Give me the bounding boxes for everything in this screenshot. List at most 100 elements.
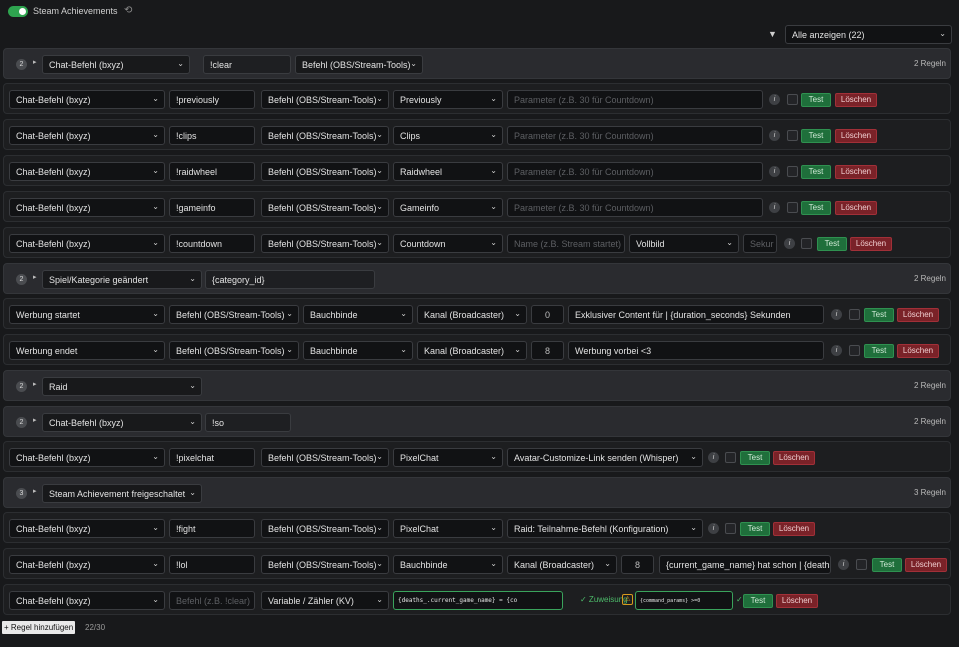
action-select[interactable]: Befehl (OBS/Stream-Tools) ⌄ — [261, 162, 389, 181]
parameter-input[interactable]: Parameter (z.B. 30 für Countdown) — [507, 198, 763, 217]
command-input[interactable]: !pixelchat — [169, 448, 255, 467]
action-select[interactable]: Befehl (OBS/Stream-Tools) ⌄ — [261, 126, 389, 145]
delete-button[interactable]: Löschen — [835, 93, 877, 107]
refresh-icon[interactable]: ⟲ — [124, 5, 132, 16]
expand-arrow-icon[interactable]: ▸ — [33, 273, 37, 281]
extra-select[interactable]: Raid: Teilnahme-Befehl (Konfiguration) ⌄ — [507, 519, 703, 538]
trigger-select[interactable]: Chat-Befehl (bxyz) ⌄ — [9, 162, 165, 181]
info-icon[interactable]: i — [769, 130, 780, 141]
text-input[interactable]: Exklusiver Content für | {duration_secon… — [568, 305, 824, 324]
delete-button[interactable]: Löschen — [776, 594, 818, 608]
info-icon[interactable]: i — [708, 523, 719, 534]
extra-select[interactable]: Avatar-Customize-Link senden (Whisper) ⌄ — [507, 448, 703, 467]
delete-button[interactable]: Löschen — [835, 165, 877, 179]
enabled-checkbox[interactable] — [725, 452, 736, 463]
test-button[interactable]: Test — [801, 201, 831, 215]
test-button[interactable]: Test — [864, 308, 894, 322]
test-button[interactable]: Test — [801, 165, 831, 179]
delete-button[interactable]: Löschen — [773, 522, 815, 536]
test-button[interactable]: Test — [801, 129, 831, 143]
name-input[interactable]: Name (z.B. Stream startet) — [507, 234, 625, 253]
text-input[interactable]: {current_game_name} hat schon | {deaths — [659, 555, 831, 574]
trigger-select[interactable]: Werbung startet ⌄ — [9, 305, 165, 324]
trigger-select[interactable]: Steam Achievement freigeschaltet ⌄ — [42, 484, 202, 503]
action-select[interactable]: Befehl (OBS/Stream-Tools) ⌄ — [261, 234, 389, 253]
command-input[interactable]: !gameinfo — [169, 198, 255, 217]
delete-button[interactable]: Löschen — [897, 308, 939, 322]
action-select[interactable]: Befehl (OBS/Stream-Tools) ⌄ — [169, 341, 299, 360]
target-select[interactable]: Bauchbinde ⌄ — [393, 555, 503, 574]
command-input[interactable]: !lol — [169, 555, 255, 574]
enabled-checkbox[interactable] — [801, 238, 812, 249]
formula-input[interactable]: {deaths_.current_game_name} = {co — [393, 591, 563, 610]
trigger-select[interactable]: Werbung endet ⌄ — [9, 341, 165, 360]
expand-arrow-icon[interactable]: ▸ — [33, 416, 37, 424]
expand-arrow-icon[interactable]: ▸ — [33, 380, 37, 388]
condition-input[interactable]: {command_params} >=0 — [635, 591, 733, 610]
delete-button[interactable]: Löschen — [835, 201, 877, 215]
trigger-select[interactable]: Chat-Befehl (bxyz) ⌄ — [9, 198, 165, 217]
action-select[interactable]: Befehl (OBS/Stream-Tools) ⌄ — [261, 198, 389, 217]
seconds-input[interactable]: Sekur — [743, 234, 777, 253]
enabled-checkbox[interactable] — [849, 309, 860, 320]
parameter-input[interactable]: Parameter (z.B. 30 für Countdown) — [507, 126, 763, 145]
test-button[interactable]: Test — [740, 522, 770, 536]
number-input[interactable]: 8 — [531, 341, 564, 360]
command-input[interactable]: !countdown — [169, 234, 255, 253]
target-select[interactable]: Gameinfo ⌄ — [393, 198, 503, 217]
info-icon[interactable]: i — [831, 309, 842, 320]
action-select[interactable]: Befehl (OBS/Stream-Tools) ⌄ — [169, 305, 299, 324]
category-input[interactable]: {category_id} — [205, 270, 375, 289]
action-select[interactable]: Befehl (OBS/Stream-Tools) ⌄ — [261, 519, 389, 538]
test-button[interactable]: Test — [740, 451, 770, 465]
trigger-select[interactable]: Spiel/Kategorie geändert ⌄ — [42, 270, 202, 289]
trigger-select[interactable]: Chat-Befehl (bxyz) ⌄ — [9, 234, 165, 253]
target-select[interactable]: Bauchbinde ⌄ — [303, 305, 413, 324]
info-icon[interactable]: i — [838, 559, 849, 570]
target-select[interactable]: Raidwheel ⌄ — [393, 162, 503, 181]
test-button[interactable]: Test — [872, 558, 902, 572]
test-button[interactable]: Test — [801, 93, 831, 107]
mode-select[interactable]: Vollbild ⌄ — [629, 234, 739, 253]
test-button[interactable]: Test — [743, 594, 773, 608]
parameter-input[interactable]: Parameter (z.B. 30 für Countdown) — [507, 162, 763, 181]
target-select[interactable]: Previously ⌄ — [393, 90, 503, 109]
target-select[interactable]: Countdown ⌄ — [393, 234, 503, 253]
trigger-select[interactable]: Chat-Befehl (bxyz) ⌄ — [9, 90, 165, 109]
target-select[interactable]: Bauchbinde ⌄ — [303, 341, 413, 360]
enable-toggle[interactable] — [8, 6, 28, 17]
action-select[interactable]: Befehl (OBS/Stream-Tools) ⌄ — [261, 90, 389, 109]
enabled-checkbox[interactable] — [787, 166, 798, 177]
action-select[interactable]: Variable / Zähler (KV) ⌄ — [261, 591, 389, 610]
filter-select[interactable]: Alle anzeigen (22) ⌄ — [785, 25, 952, 44]
command-input[interactable]: !raidwheel — [169, 162, 255, 181]
info-icon[interactable]: i — [769, 166, 780, 177]
command-input[interactable]: !clear — [203, 55, 291, 74]
info-icon[interactable]: i — [784, 238, 795, 249]
test-button[interactable]: Test — [817, 237, 847, 251]
enabled-checkbox[interactable] — [787, 94, 798, 105]
trigger-select[interactable]: Chat-Befehl (bxyz) ⌄ — [42, 55, 190, 74]
trigger-select[interactable]: Chat-Befehl (bxyz) ⌄ — [42, 413, 202, 432]
info-icon[interactable]: i — [769, 94, 780, 105]
target-select[interactable]: PixelChat ⌄ — [393, 448, 503, 467]
delete-button[interactable]: Löschen — [897, 344, 939, 358]
channel-select[interactable]: Kanal (Broadcaster) ⌄ — [417, 341, 527, 360]
trigger-select[interactable]: Raid ⌄ — [42, 377, 202, 396]
info-icon[interactable]: i — [708, 452, 719, 463]
delete-button[interactable]: Löschen — [905, 558, 947, 572]
enabled-checkbox[interactable] — [787, 202, 798, 213]
action-select[interactable]: Befehl (OBS/Stream-Tools) ⌄ — [295, 55, 423, 74]
enabled-checkbox[interactable] — [856, 559, 867, 570]
text-input[interactable]: Werbung vorbei <3 — [568, 341, 824, 360]
command-input[interactable]: !so — [205, 413, 291, 432]
command-input[interactable]: !fight — [169, 519, 255, 538]
target-select[interactable]: Clips ⌄ — [393, 126, 503, 145]
channel-select[interactable]: Kanal (Broadcaster) ⌄ — [417, 305, 527, 324]
action-select[interactable]: Befehl (OBS/Stream-Tools) ⌄ — [261, 448, 389, 467]
info-icon[interactable]: i — [769, 202, 780, 213]
enabled-checkbox[interactable] — [849, 345, 860, 356]
command-input[interactable]: !clips — [169, 126, 255, 145]
add-rule-button[interactable]: + Regel hinzufügen — [2, 621, 76, 634]
trigger-select[interactable]: Chat-Befehl (bxyz) ⌄ — [9, 126, 165, 145]
